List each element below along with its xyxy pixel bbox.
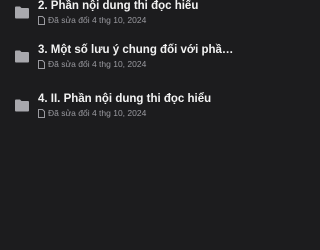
item-meta: Đã sửa đổi 4 thg 10, 2024 bbox=[38, 107, 146, 119]
item-title: 3. Một số lưu ý chung đối với phần nộ... bbox=[38, 44, 238, 56]
document-icon bbox=[38, 108, 45, 118]
modified-date: Đã sửa đổi 4 thg 10, 2024 bbox=[48, 15, 147, 25]
document-icon bbox=[38, 15, 45, 25]
folder-list: 2. Phần nội dung thi đọc hiểu Đã sửa đổi… bbox=[0, 0, 250, 250]
list-item[interactable]: 4. II. Phần nội dung thi đọc hiểu Đã sửa… bbox=[0, 89, 250, 119]
modified-date: Đã sửa đổi 4 thg 10, 2024 bbox=[48, 108, 147, 118]
item-meta: Đã sửa đổi 4 thg 10, 2024 bbox=[38, 14, 146, 26]
document-icon bbox=[38, 59, 45, 69]
list-item[interactable]: 2. Phần nội dung thi đọc hiểu Đã sửa đổi… bbox=[0, 0, 250, 26]
modified-date: Đã sửa đổi 4 thg 10, 2024 bbox=[48, 59, 147, 69]
item-title: 4. II. Phần nội dung thi đọc hiểu bbox=[38, 93, 212, 105]
folder-icon bbox=[14, 6, 30, 19]
list-item[interactable]: 3. Một số lưu ý chung đối với phần nộ...… bbox=[0, 40, 250, 70]
item-meta: Đã sửa đổi 4 thg 10, 2024 bbox=[38, 58, 146, 70]
item-title: 2. Phần nội dung thi đọc hiểu bbox=[38, 0, 199, 12]
folder-icon bbox=[14, 50, 30, 63]
folder-icon bbox=[14, 99, 30, 112]
